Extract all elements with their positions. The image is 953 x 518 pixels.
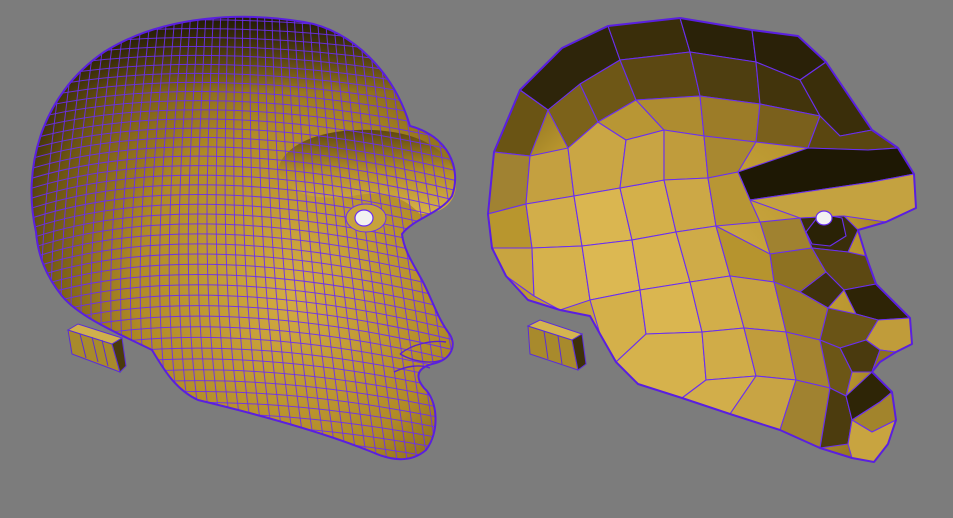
faceted-eye-socket	[815, 210, 833, 226]
smooth-eye-socket	[345, 203, 387, 233]
3d-viewport[interactable]	[0, 0, 953, 518]
